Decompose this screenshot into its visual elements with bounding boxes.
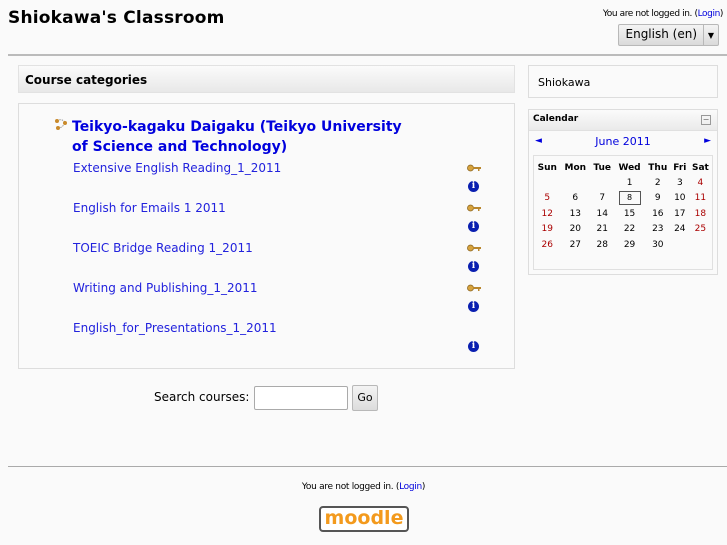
category-link[interactable]: Teikyo-kagaku Daigaku (Teikyo University…: [72, 119, 402, 155]
info-icon[interactable]: i: [468, 341, 479, 352]
guest-key-icon[interactable]: [467, 244, 481, 252]
site-title: Shiokawa's Classroom: [8, 8, 225, 28]
guest-key-icon[interactable]: [467, 164, 481, 172]
course-link[interactable]: English for Emails 1 2011: [73, 201, 226, 215]
calendar-grid: Sun Mon Tue Wed Thu Fri Sat 1 2 3 4 5 6 7 8 9 10 11 12 13 1…: [533, 155, 713, 270]
guest-key-icon[interactable]: [467, 284, 481, 292]
calendar-day[interactable]: 29: [614, 237, 644, 253]
calendar-empty: [689, 237, 712, 253]
calendar-day[interactable]: 25: [689, 222, 712, 238]
calendar-day[interactable]: 19: [534, 222, 561, 238]
footer-login-info: You are not logged in. (Login): [301, 482, 426, 492]
guest-key-icon[interactable]: [467, 204, 481, 212]
calendar-day[interactable]: 4: [689, 175, 712, 191]
calendar-day[interactable]: 16: [645, 206, 671, 222]
weekday-header: Sat: [691, 163, 709, 173]
moodle-logo[interactable]: moodle: [319, 506, 409, 532]
calendar-nav: ◄ June 2011 ►: [529, 131, 717, 154]
calendar-day[interactable]: 20: [561, 222, 591, 238]
search-courses-input[interactable]: [254, 386, 348, 410]
weekday-header: Thu: [648, 163, 668, 173]
calendar-day[interactable]: 2: [645, 175, 671, 191]
weekday-header: Tue: [593, 163, 612, 173]
calendar-day[interactable]: 30: [645, 237, 671, 253]
calendar-day[interactable]: 15: [614, 206, 644, 222]
category-icon: [55, 119, 67, 130]
footer-divider: [8, 466, 727, 467]
sidebar-block: Shiokawa: [528, 65, 718, 98]
course-categories-header: Course categories: [18, 65, 515, 93]
header-divider: [8, 54, 727, 56]
calendar-day[interactable]: 21: [590, 222, 614, 238]
calendar-day[interactable]: 27: [561, 237, 591, 253]
sidebar-block-text: Shiokawa: [538, 76, 591, 89]
search-go-button[interactable]: Go: [352, 385, 378, 411]
calendar-day[interactable]: 9: [645, 191, 671, 207]
course-link[interactable]: Extensive English Reading_1_2011: [73, 161, 281, 175]
course-link[interactable]: Writing and Publishing_1_2011: [73, 281, 258, 295]
category-title: Teikyo-kagaku Daigaku (Teikyo University…: [54, 117, 412, 157]
calendar-day[interactable]: 11: [689, 191, 712, 207]
search-courses-label: Search courses:: [154, 390, 250, 404]
next-month-icon[interactable]: ►: [704, 136, 711, 146]
calendar-day[interactable]: 23: [645, 222, 671, 238]
chevron-down-icon: ▼: [707, 30, 715, 40]
course-link[interactable]: TOEIC Bridge Reading 1_2011: [73, 241, 253, 255]
calendar-day[interactable]: 8: [614, 191, 644, 207]
calendar-day[interactable]: 5: [534, 191, 561, 207]
header-login-link[interactable]: Login: [698, 9, 721, 19]
calendar-day[interactable]: 3: [671, 175, 689, 191]
collapse-icon[interactable]: −: [701, 115, 711, 125]
calendar-day[interactable]: 17: [671, 206, 689, 222]
calendar-empty: [590, 175, 614, 191]
header-login-info: You are not logged in. (Login): [602, 9, 724, 19]
calendar-block: Calendar − ◄ June 2011 ► Sun Mon Tue Wed Thu…: [528, 109, 718, 275]
calendar-header: Calendar −: [529, 110, 717, 131]
language-value: English (en): [619, 25, 704, 45]
weekday-header: Mon: [564, 163, 587, 173]
info-icon[interactable]: i: [468, 181, 479, 192]
calendar-day[interactable]: 28: [590, 237, 614, 253]
calendar-day[interactable]: 13: [561, 206, 591, 222]
weekday-header: Wed: [618, 163, 641, 173]
calendar-day[interactable]: 7: [590, 191, 614, 207]
course-link[interactable]: English_for_Presentations_1_2011: [73, 321, 277, 335]
info-icon[interactable]: i: [468, 261, 479, 272]
calendar-title: Calendar: [533, 114, 579, 124]
calendar-day[interactable]: 10: [671, 191, 689, 207]
calendar-day[interactable]: 14: [590, 206, 614, 222]
calendar-day[interactable]: 12: [534, 206, 561, 222]
calendar-day[interactable]: 22: [614, 222, 644, 238]
today-marker: 8: [618, 191, 641, 206]
calendar-day[interactable]: 18: [689, 206, 712, 222]
language-select[interactable]: English (en) ▼: [617, 24, 719, 46]
calendar-day[interactable]: 1: [614, 175, 644, 191]
weekday-header: Sun: [537, 163, 557, 173]
block-title: Course categories: [25, 73, 148, 87]
info-icon[interactable]: i: [468, 301, 479, 312]
calendar-empty: [561, 175, 591, 191]
calendar-empty: [671, 237, 689, 253]
calendar-day[interactable]: 24: [671, 222, 689, 238]
calendar-month-link[interactable]: June 2011: [529, 135, 717, 148]
footer-login-link[interactable]: Login: [399, 482, 422, 492]
calendar-empty: [534, 175, 561, 191]
calendar-day[interactable]: 6: [561, 191, 591, 207]
info-icon[interactable]: i: [468, 221, 479, 232]
calendar-day[interactable]: 26: [534, 237, 561, 253]
weekday-header: Fri: [673, 163, 687, 173]
